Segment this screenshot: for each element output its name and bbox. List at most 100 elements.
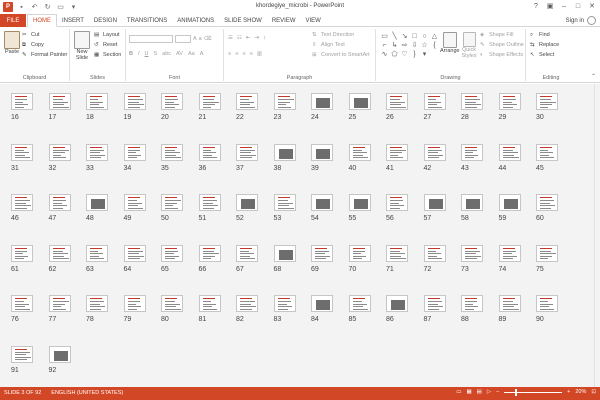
fit-to-window-icon[interactable]: ⊡: [591, 389, 596, 395]
slide-thumbnail[interactable]: [86, 143, 108, 161]
shape-heart-icon[interactable]: ♡: [400, 50, 409, 58]
slide-thumbnail[interactable]: [348, 244, 371, 262]
reading-view-icon[interactable]: ▤: [477, 389, 482, 395]
clear-formatting-icon[interactable]: ⌫: [204, 35, 212, 43]
slide-thumbnail[interactable]: [273, 244, 296, 262]
paste-button[interactable]: Paste: [4, 31, 20, 55]
slide-thumbnail[interactable]: [498, 194, 521, 211]
slide-thumbnail[interactable]: [86, 295, 108, 312]
slide-thumbnail[interactable]: [48, 295, 71, 312]
shape-connector-icon[interactable]: ↳: [390, 41, 399, 49]
tab-file[interactable]: FILE: [0, 14, 26, 27]
bullets-icon[interactable]: ☰: [228, 35, 233, 41]
slide-thumbnail[interactable]: [123, 194, 146, 211]
slide-thumbnail[interactable]: [161, 143, 183, 161]
slide-thumbnail[interactable]: [423, 194, 446, 211]
slide-thumbnail[interactable]: [161, 295, 183, 312]
slide-thumbnail[interactable]: [461, 194, 483, 211]
new-slide-button[interactable]: New Slide: [73, 31, 91, 61]
slide-thumbnail[interactable]: [273, 194, 296, 211]
copy-button[interactable]: ⧉ Copy: [22, 42, 67, 48]
decrease-indent-icon[interactable]: ⇤: [246, 35, 251, 41]
italic-icon[interactable]: I: [138, 51, 140, 57]
shape-down-arrow-icon[interactable]: ⇩: [410, 41, 419, 49]
shape-arrow-icon[interactable]: ↘: [400, 32, 409, 40]
shape-rectangle-icon[interactable]: □: [410, 32, 419, 40]
shapes-gallery[interactable]: ▭ ╲ ↘ □ ○ △ ⌐ ↳ ⇨ ⇩ ☆ { ∿ ⬠ ♡ } ▾: [380, 32, 438, 58]
zoom-level[interactable]: 20%: [575, 389, 586, 395]
slide-thumbnail[interactable]: [198, 194, 221, 211]
slide-thumbnail[interactable]: [161, 194, 183, 211]
vertical-scrollbar[interactable]: [594, 84, 600, 387]
slide-thumbnail[interactable]: [498, 295, 521, 312]
close-icon[interactable]: ✕: [586, 1, 598, 12]
shape-outline-button[interactable]: ✎ Shape Outline: [480, 42, 524, 48]
change-case-icon[interactable]: Aa: [188, 51, 195, 57]
slide-thumbnail[interactable]: [123, 93, 146, 110]
slide-thumbnail[interactable]: [311, 295, 333, 312]
slide-thumbnail[interactable]: [311, 93, 333, 110]
slide-thumbnail[interactable]: [273, 143, 296, 161]
reset-button[interactable]: ↺ Reset: [94, 42, 121, 48]
slide-thumbnail[interactable]: [11, 244, 33, 262]
slide-thumbnail[interactable]: [273, 295, 296, 312]
slide-thumbnail[interactable]: [198, 295, 221, 312]
slide-thumbnail[interactable]: [198, 244, 221, 262]
align-center-icon[interactable]: ≡: [235, 51, 238, 57]
align-text-button[interactable]: ⇳ Align Text: [312, 42, 370, 48]
slide-thumbnail[interactable]: [536, 93, 558, 110]
format-painter-button[interactable]: ✎ Format Painter: [22, 52, 67, 58]
quick-styles-button[interactable]: Quick Styles: [460, 32, 478, 59]
slide-thumbnail[interactable]: [348, 93, 371, 110]
slide-thumbnail[interactable]: [236, 295, 258, 312]
slide-thumbnail[interactable]: [498, 143, 521, 161]
slide-thumbnail[interactable]: [11, 345, 33, 363]
shape-effects-button[interactable]: ◐ Shape Effects: [480, 52, 524, 58]
slide-thumbnail[interactable]: [198, 143, 221, 161]
zoom-slider-thumb[interactable]: [515, 388, 518, 396]
convert-smartart-button[interactable]: ⊞ Convert to SmartArt: [312, 52, 370, 58]
strikethrough-icon[interactable]: abc: [162, 51, 171, 57]
shape-more-icon[interactable]: ▾: [420, 50, 429, 58]
tab-transitions[interactable]: TRANSITIONS: [122, 14, 172, 27]
slide-thumbnail[interactable]: [86, 93, 108, 110]
zoom-slider[interactable]: [504, 388, 563, 396]
shape-elbow-icon[interactable]: ⌐: [380, 41, 389, 49]
shape-line-icon[interactable]: ╲: [390, 32, 399, 40]
increase-indent-icon[interactable]: ⇥: [254, 35, 259, 41]
slide-thumbnail[interactable]: [48, 345, 71, 363]
slide-thumbnail[interactable]: [386, 244, 408, 262]
slide-thumbnail[interactable]: [386, 194, 408, 211]
find-button[interactable]: ⌕ Find: [530, 32, 559, 38]
slideshow-view-icon[interactable]: ▷: [487, 389, 491, 395]
slide-thumbnail[interactable]: [198, 93, 221, 110]
slide-thumbnail[interactable]: [386, 93, 408, 110]
grow-font-icon[interactable]: A: [193, 35, 197, 43]
slide-thumbnail[interactable]: [123, 244, 146, 262]
slide-thumbnail[interactable]: [86, 244, 108, 262]
line-spacing-icon[interactable]: ↕: [263, 35, 266, 41]
character-spacing-icon[interactable]: AV: [176, 51, 183, 57]
shape-pentagon-icon[interactable]: ⬠: [390, 50, 399, 58]
align-left-icon[interactable]: ≡: [228, 51, 231, 57]
font-color-icon[interactable]: A: [200, 51, 204, 57]
shape-textbox-icon[interactable]: ▭: [380, 32, 389, 40]
collapse-ribbon-icon[interactable]: ⌃: [591, 73, 596, 80]
zoom-out-icon[interactable]: –: [496, 389, 499, 395]
help-icon[interactable]: ?: [530, 1, 542, 12]
slide-thumbnail[interactable]: [273, 93, 296, 110]
slide-thumbnail[interactable]: [86, 194, 108, 211]
underline-icon[interactable]: U: [145, 51, 149, 57]
slide-thumbnail[interactable]: [423, 143, 446, 161]
slide-thumbnail[interactable]: [461, 295, 483, 312]
slide-thumbnail[interactable]: [11, 194, 33, 211]
slide-thumbnail[interactable]: [236, 244, 258, 262]
shape-star-icon[interactable]: ☆: [420, 41, 429, 49]
shadow-icon[interactable]: S: [154, 51, 158, 57]
maximize-icon[interactable]: □: [572, 1, 584, 12]
layout-button[interactable]: ▤ Layout: [94, 32, 121, 38]
slide-thumbnail[interactable]: [11, 295, 33, 312]
slide-thumbnail[interactable]: [348, 194, 371, 211]
slide-thumbnail[interactable]: [423, 244, 446, 262]
tab-slide-show[interactable]: SLIDE SHOW: [219, 14, 267, 27]
